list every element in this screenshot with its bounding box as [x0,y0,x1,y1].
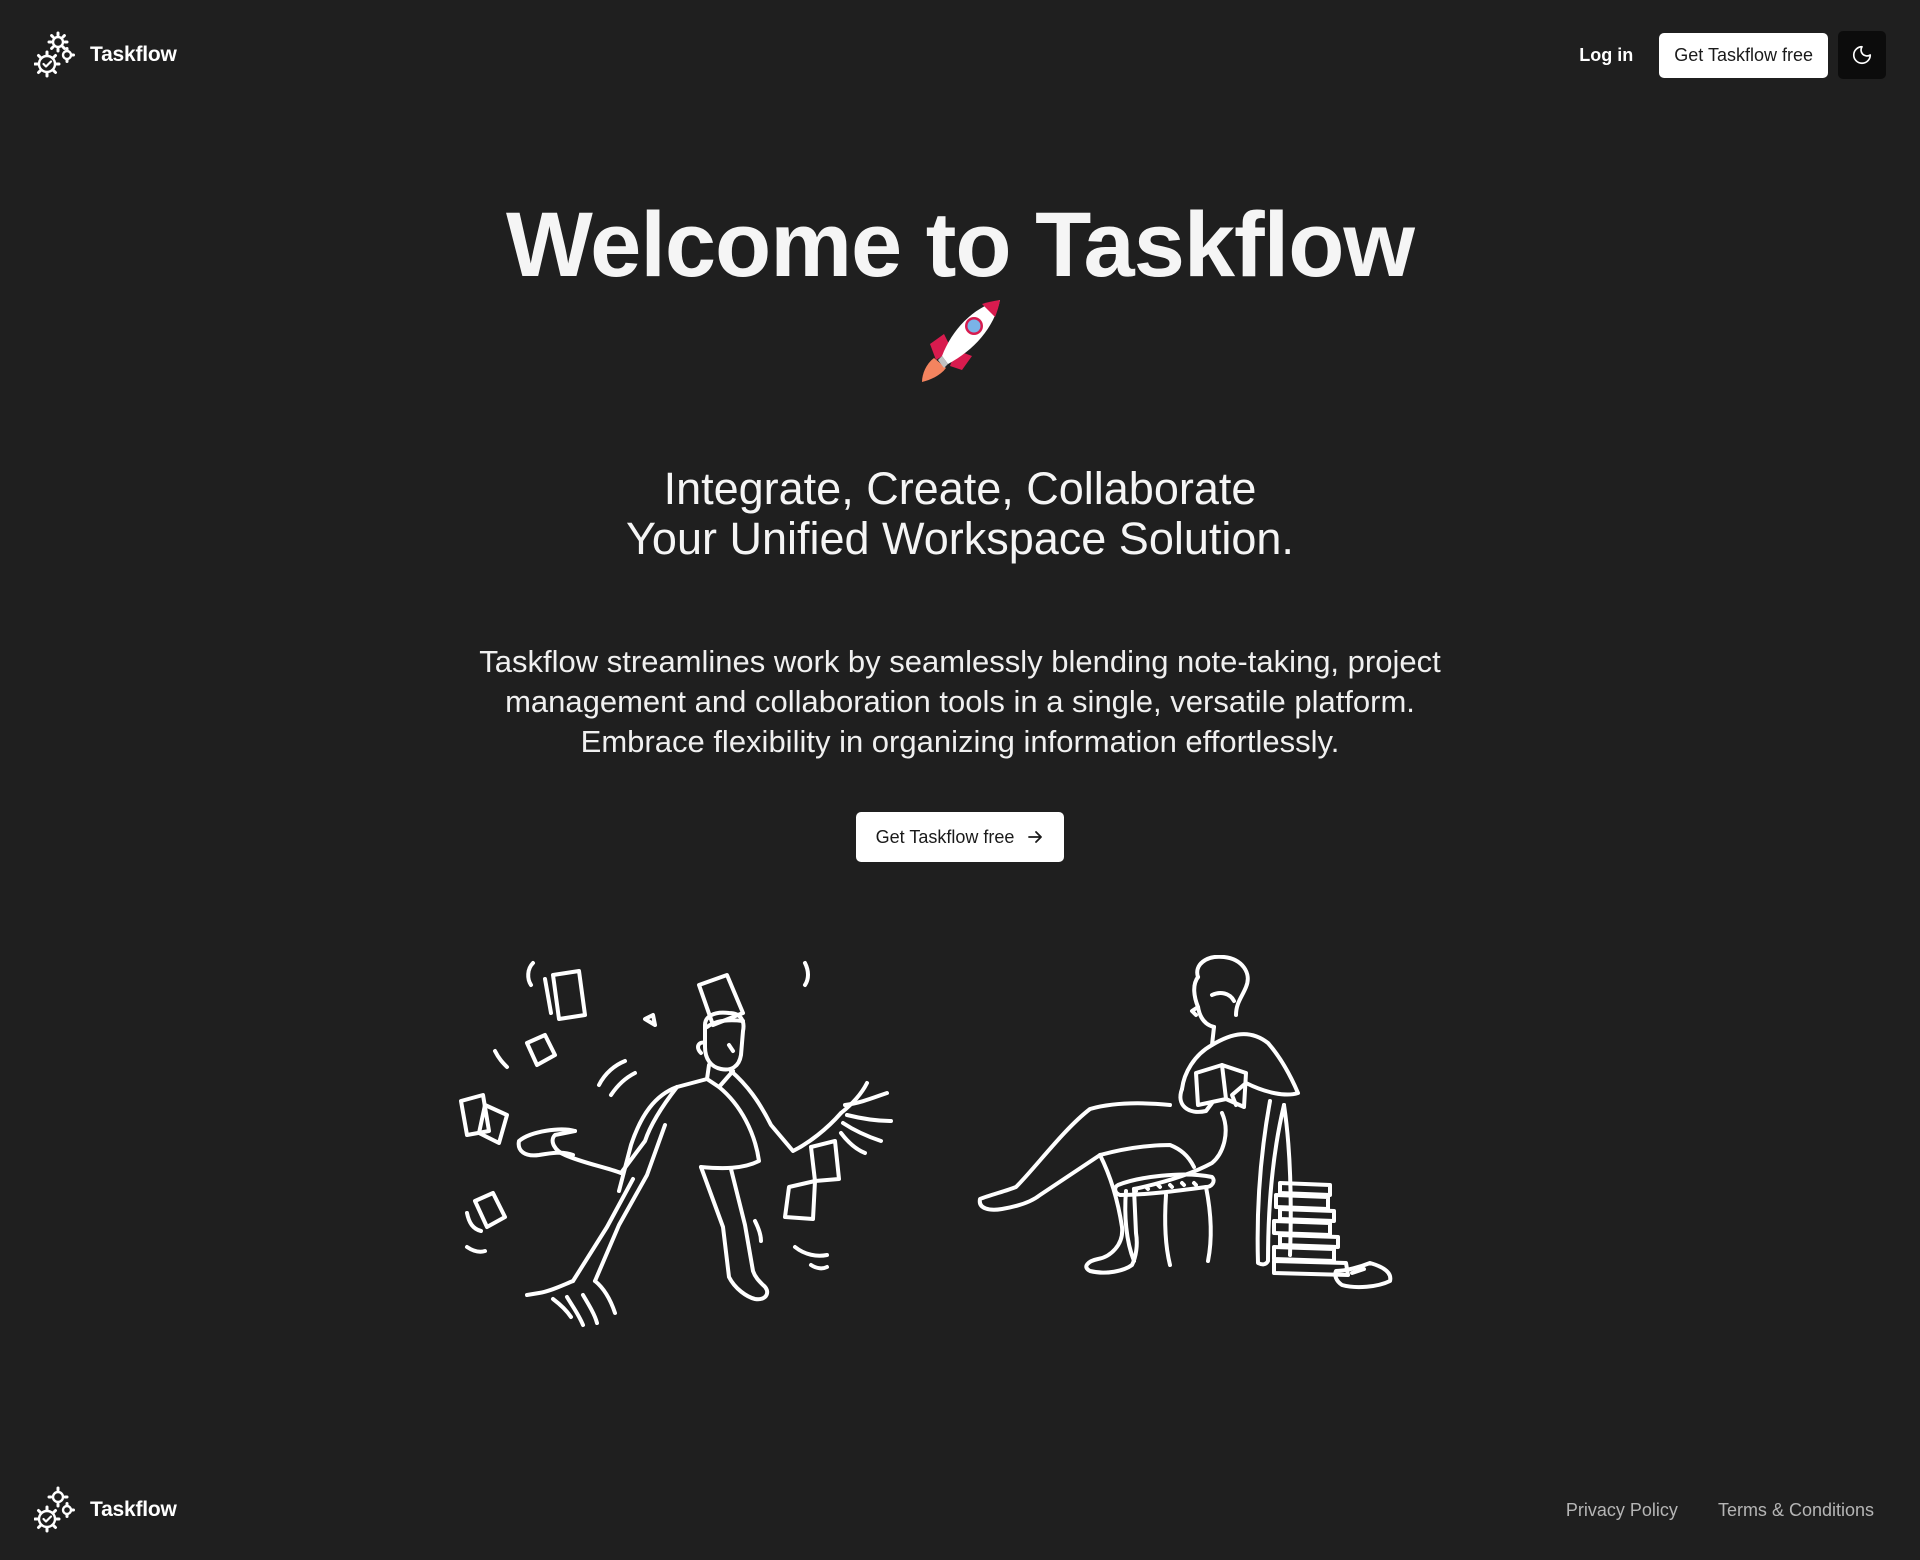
site-footer: Taskflow Privacy Policy Terms & Conditio… [0,1460,1920,1560]
hero-section: Welcome to Taskflow Integrate, Create, C… [0,190,1920,862]
reading-person-illustration [977,955,1393,1290]
moon-icon [1852,45,1872,65]
hero-cta-label: Get Taskflow free [875,826,1015,847]
hero-get-taskflow-free-button[interactable]: Get Taskflow free [855,812,1065,862]
tagline-line-2: Your Unified Workspace Solution. [626,513,1294,564]
arrow-right-icon [1028,831,1043,843]
theme-toggle-button[interactable] [1838,31,1886,79]
hero-title: Welcome to Taskflow [505,194,1415,296]
hero-illustrations [455,955,1395,1345]
footer-links: Privacy Policy Terms & Conditions [1566,1500,1886,1521]
footer-brand-name: Taskflow [90,1498,177,1521]
privacy-policy-link[interactable]: Privacy Policy [1566,1500,1678,1521]
footer-brand-link[interactable]: Taskflow [34,1486,177,1534]
login-link[interactable]: Log in [1565,35,1647,76]
terms-conditions-link[interactable]: Terms & Conditions [1718,1500,1874,1521]
site-header: Taskflow Log in Get Taskflow free [0,0,1920,110]
brand-home-link[interactable]: Taskflow [34,31,177,79]
gears-check-icon [34,31,75,78]
juggling-papers-illustration [459,961,893,1327]
hero-description: Taskflow streamlines work by seamlessly … [479,644,1441,759]
gears-check-icon [34,1486,75,1533]
get-taskflow-free-button[interactable]: Get Taskflow free [1659,32,1828,78]
hero-tagline: Integrate, Create, Collaborate Your Unif… [626,464,1294,564]
tagline-line-1: Integrate, Create, Collaborate [663,463,1257,514]
rocket-icon [922,300,1000,382]
header-nav: Log in Get Taskflow free [1565,31,1886,79]
brand-name: Taskflow [90,43,177,66]
